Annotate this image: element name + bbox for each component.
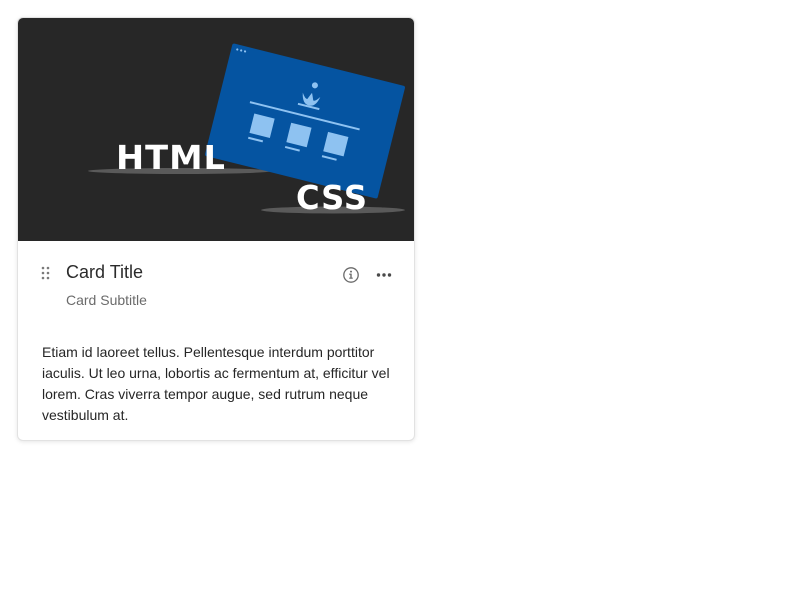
- more-options-button[interactable]: [373, 264, 395, 286]
- card: HTML CSS Card Title Card Subtitle Etiam …: [17, 17, 415, 441]
- card-subtitle: Card Subtitle: [66, 292, 147, 308]
- info-button[interactable]: [340, 264, 362, 286]
- card-body-text: Etiam id laoreet tellus. Pellentesque in…: [42, 344, 390, 423]
- info-icon: [343, 267, 359, 283]
- more-horizontal-icon: [376, 273, 392, 277]
- browser-window-illustration: [205, 43, 405, 199]
- card-header: Card Title Card Subtitle: [18, 241, 414, 331]
- card-media-image: HTML CSS: [18, 18, 414, 241]
- html-word: HTML: [116, 138, 226, 177]
- drag-handle-icon[interactable]: [38, 265, 54, 283]
- card-title: Card Title: [66, 262, 144, 282]
- css-word: CSS: [296, 178, 368, 217]
